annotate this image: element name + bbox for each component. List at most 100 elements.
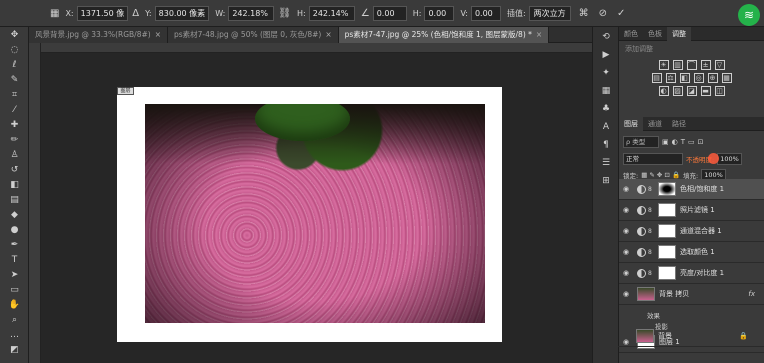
interpolation-select[interactable]: 两次立方 — [528, 5, 571, 21]
move-tool-icon[interactable]: ✥ — [0, 28, 29, 42]
blur-tool-icon[interactable]: ◆ — [0, 208, 29, 222]
brightness-icon[interactable]: ☀ — [658, 60, 669, 70]
black-white-icon[interactable]: ◧ — [679, 73, 690, 83]
tab-channels[interactable]: 通道 — [643, 117, 667, 131]
more-tools-icon[interactable]: … — [0, 328, 29, 342]
filter-pixel-icon[interactable]: ▣ — [662, 138, 669, 146]
history-brush-icon[interactable]: ↺ — [0, 163, 29, 177]
y-field[interactable]: 830.00 像素 — [154, 5, 210, 21]
tab-swatches[interactable]: 色板 — [643, 27, 667, 41]
chain-icon[interactable]: 8 — [648, 186, 654, 193]
eye-icon[interactable]: ◉ — [619, 269, 633, 277]
eye-icon[interactable]: ◉ — [619, 227, 633, 235]
tab-color[interactable]: 颜色 — [619, 27, 643, 41]
flower-photo[interactable] — [145, 104, 485, 323]
zoom-tool-icon[interactable]: ⌕ — [0, 313, 29, 327]
curves-icon[interactable]: ⌒ — [686, 60, 697, 70]
chain-icon[interactable]: 8 — [648, 249, 654, 256]
brush-panel-icon[interactable]: ✦ — [593, 65, 619, 81]
chain-icon[interactable]: 8 — [648, 270, 654, 277]
marquee-tool-icon[interactable]: ◌ — [0, 43, 29, 57]
reference-point-icon[interactable]: ▦ — [50, 8, 59, 19]
filter-type-icon[interactable]: T — [681, 138, 685, 146]
actions-panel-icon[interactable]: ▶ — [593, 47, 619, 63]
color-lookup-icon[interactable]: ▦ — [721, 73, 732, 83]
paragraph-panel-icon[interactable]: ¶ — [593, 137, 619, 153]
chain-icon[interactable]: 8 — [648, 228, 654, 235]
layer-row[interactable]: ◉ 背景 拷贝 fx — [619, 284, 764, 305]
crop-tool-icon[interactable]: ⌗ — [0, 88, 29, 102]
posterize-icon[interactable]: ▨ — [672, 86, 683, 96]
chain-icon[interactable]: 8 — [648, 207, 654, 214]
invert-icon[interactable]: ◐ — [658, 86, 669, 96]
cancel-icon[interactable]: ⊘ — [599, 8, 607, 19]
tab-material-48[interactable]: ps素材7-48.jpg @ 50% (图层 0, 灰色/8#) × — [167, 27, 339, 43]
close-icon[interactable]: × — [155, 30, 161, 39]
photo-filter-icon[interactable]: ◎ — [693, 73, 704, 83]
adjust-panel-icon[interactable]: ⊞ — [593, 173, 619, 189]
filter-adjust-icon[interactable]: ◐ — [672, 138, 678, 146]
pen-tool-icon[interactable]: ✒ — [0, 238, 29, 252]
tab-adjustments[interactable]: 调整 — [667, 27, 691, 41]
warp-icon[interactable]: ⌘ — [579, 8, 589, 19]
levels-icon[interactable]: ▥ — [672, 60, 683, 70]
filter-smart-icon[interactable]: ⊡ — [698, 138, 704, 146]
tab-material-47[interactable]: ps素材7-47.jpg @ 25% (色相/饱和度 1, 图层蒙版/8) * × — [338, 27, 550, 43]
vskew-field[interactable]: 0.00 — [470, 5, 501, 21]
threshold-icon[interactable]: ◪ — [686, 86, 697, 96]
layer-row[interactable]: ◉ 8 选取颜色 1 — [619, 242, 764, 263]
eye-icon[interactable]: ◉ — [619, 206, 633, 214]
shape-tool-icon[interactable]: ▭ — [0, 283, 29, 297]
layer-mask-thumb[interactable] — [658, 203, 676, 217]
selective-color-icon[interactable]: ◫ — [714, 86, 725, 96]
layer-row[interactable]: ◉ 8 照片滤镜 1 — [619, 200, 764, 221]
rotation-field[interactable]: 0.00 — [372, 5, 407, 21]
path-select-tool-icon[interactable]: ➤ — [0, 268, 29, 282]
properties-panel-icon[interactable]: ☰ — [593, 155, 619, 171]
type-tool-icon[interactable]: T — [0, 253, 29, 267]
brush-tool-icon[interactable]: ✏ — [0, 133, 29, 147]
gradient-tool-icon[interactable]: ▤ — [0, 193, 29, 207]
hskew-field[interactable]: 0.00 — [424, 5, 455, 21]
color-swatch-icon[interactable]: ◩ — [0, 343, 29, 357]
blend-mode-select[interactable]: 正常 — [623, 152, 683, 165]
quick-select-tool-icon[interactable]: ✎ — [0, 73, 29, 87]
hand-tool-icon[interactable]: ✋ — [0, 298, 29, 312]
eyedropper-tool-icon[interactable]: ⁄ — [0, 103, 29, 117]
lock-icons[interactable]: ▦ ✎ ✥ ⊡ 🔒 — [641, 171, 680, 179]
layer-thumb[interactable] — [637, 287, 655, 301]
healing-tool-icon[interactable]: ✚ — [0, 118, 29, 132]
tab-landscape[interactable]: 风景背景.jpg @ 33.3%(RGB/8#) × — [29, 27, 168, 43]
color-balance-icon[interactable]: ⚖ — [665, 73, 676, 83]
hue-saturation-icon[interactable]: ▤ — [651, 73, 662, 83]
layer-mask-thumb[interactable] — [658, 224, 676, 238]
layer-filter-select[interactable]: ρ 类型 — [623, 136, 659, 148]
gradient-map-icon[interactable]: ▬ — [700, 86, 711, 96]
layer-thumb[interactable] — [636, 329, 654, 343]
eye-icon[interactable]: ◉ — [619, 185, 633, 193]
fx-icon[interactable]: fx — [748, 290, 755, 298]
channel-mixer-icon[interactable]: ⊕ — [707, 73, 718, 83]
history-panel-icon[interactable]: ⟲ — [593, 29, 619, 45]
x-field[interactable]: 1371.50 像 — [76, 5, 129, 21]
exposure-icon[interactable]: ± — [700, 60, 711, 70]
layer-mask-thumb[interactable] — [658, 245, 676, 259]
clone-source-icon[interactable]: ♣ — [593, 101, 619, 117]
lasso-tool-icon[interactable]: ℓ — [0, 58, 29, 72]
layer-row[interactable]: ◉ 8 亮度/对比度 1 — [619, 263, 764, 284]
tab-paths[interactable]: 路径 — [667, 117, 691, 131]
character-panel-icon[interactable]: A — [593, 119, 619, 135]
link-icon[interactable]: ⛓ — [278, 8, 291, 19]
layer-mask-thumb[interactable] — [658, 266, 676, 280]
commit-icon[interactable]: ✓ — [617, 8, 625, 19]
layer-row[interactable]: ◉ 8 色相/饱和度 1 — [619, 179, 764, 200]
layer-row[interactable]: 背景 🔒 — [618, 326, 764, 347]
close-icon[interactable]: × — [536, 30, 542, 39]
h-field[interactable]: 242.14% — [308, 5, 355, 21]
vibrance-icon[interactable]: ▽ — [714, 60, 725, 70]
opacity-field[interactable]: 100% — [717, 152, 742, 165]
eraser-tool-icon[interactable]: ◧ — [0, 178, 29, 192]
layer-mask-thumb[interactable] — [658, 182, 676, 196]
w-field[interactable]: 242.18% — [228, 5, 275, 21]
eye-icon[interactable]: ◉ — [619, 290, 633, 298]
